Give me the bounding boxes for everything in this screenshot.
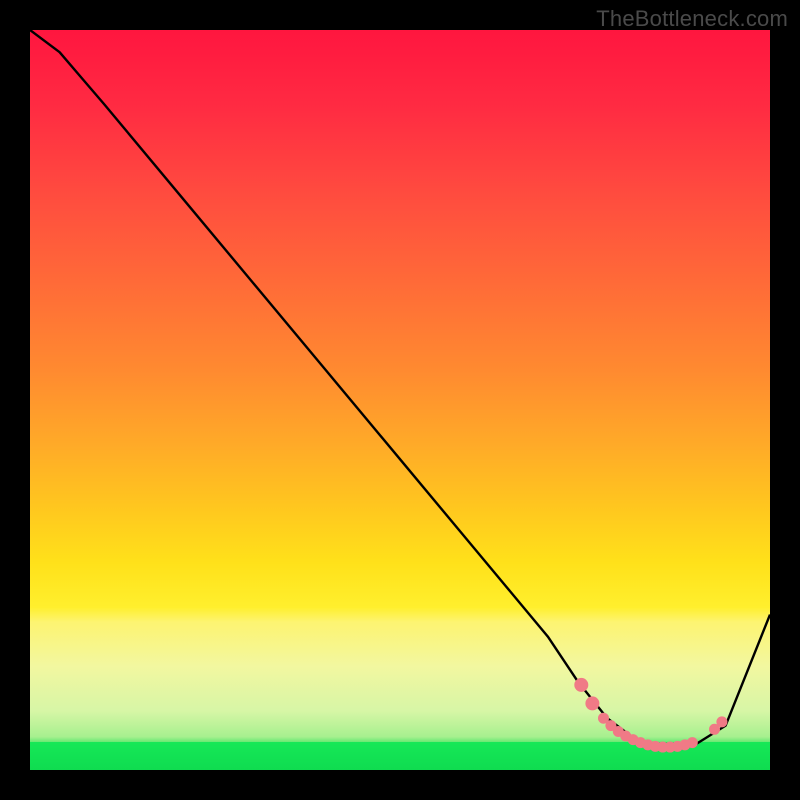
chart-overlay bbox=[30, 30, 770, 770]
marker-point bbox=[585, 696, 599, 710]
marker-cluster bbox=[574, 678, 727, 753]
watermark-text: TheBottleneck.com bbox=[596, 6, 788, 32]
marker-point bbox=[687, 737, 698, 748]
marker-point bbox=[716, 716, 727, 727]
chart-frame: TheBottleneck.com bbox=[0, 0, 800, 800]
curve-line bbox=[30, 30, 770, 748]
plot-area bbox=[30, 30, 770, 770]
marker-point bbox=[574, 678, 588, 692]
